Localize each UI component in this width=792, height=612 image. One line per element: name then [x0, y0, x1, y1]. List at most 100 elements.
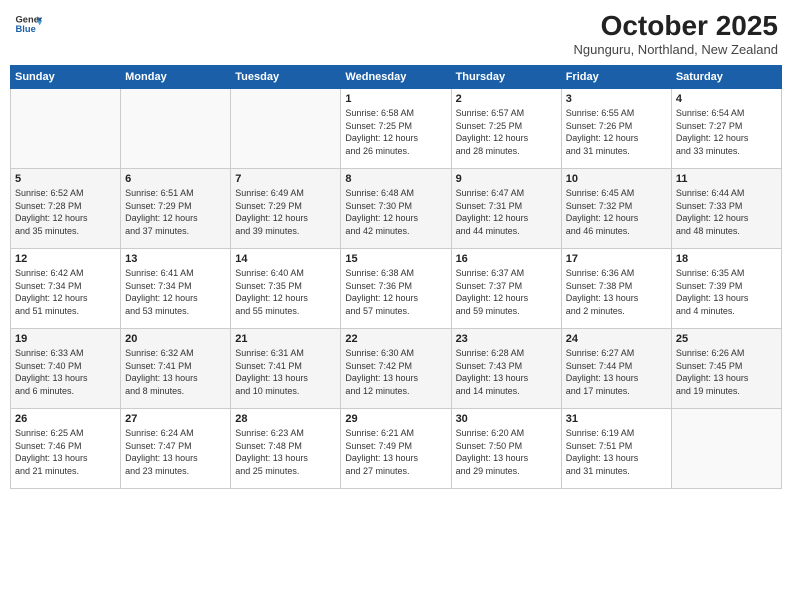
- day-number: 24: [566, 333, 667, 345]
- day-number: 13: [125, 253, 226, 265]
- day-info: Sunrise: 6:24 AM Sunset: 7:47 PM Dayligh…: [125, 427, 226, 477]
- calendar-day-cell: 23 Sunrise: 6:28 AM Sunset: 7:43 PM Dayli…: [451, 329, 561, 409]
- day-info: Sunrise: 6:27 AM Sunset: 7:44 PM Dayligh…: [566, 347, 667, 397]
- day-info: Sunrise: 6:47 AM Sunset: 7:31 PM Dayligh…: [456, 187, 557, 237]
- calendar-day-cell: 2 Sunrise: 6:57 AM Sunset: 7:25 PM Daylig…: [451, 89, 561, 169]
- day-info: Sunrise: 6:25 AM Sunset: 7:46 PM Dayligh…: [15, 427, 116, 477]
- calendar-day-cell: 31Sunrise: 6:19 AM Sunset: 7:51 PM Dayli…: [561, 409, 671, 489]
- calendar-day-cell: 6 Sunrise: 6:51 AM Sunset: 7:29 PM Daylig…: [121, 169, 231, 249]
- calendar-day-cell: 25Sunrise: 6:26 AM Sunset: 7:45 PM Dayli…: [671, 329, 781, 409]
- day-number: 2: [456, 93, 557, 105]
- calendar-day-cell: [121, 89, 231, 169]
- calendar-table: SundayMondayTuesdayWednesdayThursdayFrid…: [10, 65, 782, 489]
- day-info: Sunrise: 6:37 AM Sunset: 7:37 PM Dayligh…: [456, 267, 557, 317]
- calendar-day-cell: [671, 409, 781, 489]
- calendar-week-row: 1Sunrise: 6:58 AM Sunset: 7:25 PM Daylig…: [11, 89, 782, 169]
- day-header-wednesday: Wednesday: [341, 66, 451, 89]
- day-info: Sunrise: 6:40 AM Sunset: 7:35 PM Dayligh…: [235, 267, 336, 317]
- day-info: Sunrise: 6:31 AM Sunset: 7:41 PM Dayligh…: [235, 347, 336, 397]
- day-number: 9: [456, 173, 557, 185]
- calendar-day-cell: 13Sunrise: 6:41 AM Sunset: 7:34 PM Dayli…: [121, 249, 231, 329]
- day-number: 28: [235, 413, 336, 425]
- day-header-thursday: Thursday: [451, 66, 561, 89]
- calendar-day-cell: [11, 89, 121, 169]
- calendar-day-cell: 21 Sunrise: 6:31 AM Sunset: 7:41 PM Dayli…: [231, 329, 341, 409]
- calendar-day-cell: 24 Sunrise: 6:27 AM Sunset: 7:44 PM Dayli…: [561, 329, 671, 409]
- day-number: 12: [15, 253, 116, 265]
- day-info: Sunrise: 6:23 AM Sunset: 7:48 PM Dayligh…: [235, 427, 336, 477]
- calendar-day-cell: 16 Sunrise: 6:37 AM Sunset: 7:37 PM Dayli…: [451, 249, 561, 329]
- calendar-header-row: SundayMondayTuesdayWednesdayThursdayFrid…: [11, 66, 782, 89]
- logo-icon: General Blue: [14, 10, 42, 38]
- calendar-day-cell: 7Sunrise: 6:49 AM Sunset: 7:29 PM Daylig…: [231, 169, 341, 249]
- day-number: 14: [235, 253, 336, 265]
- calendar-week-row: 26 Sunrise: 6:25 AM Sunset: 7:46 PM Dayli…: [11, 409, 782, 489]
- day-number: 8: [345, 173, 446, 185]
- calendar-day-cell: 30Sunrise: 6:20 AM Sunset: 7:50 PM Dayli…: [451, 409, 561, 489]
- day-number: 15: [345, 253, 446, 265]
- day-info: Sunrise: 6:28 AM Sunset: 7:43 PM Dayligh…: [456, 347, 557, 397]
- day-number: 16: [456, 253, 557, 265]
- svg-text:Blue: Blue: [16, 24, 36, 34]
- day-info: Sunrise: 6:26 AM Sunset: 7:45 PM Dayligh…: [676, 347, 777, 397]
- calendar-day-cell: 26 Sunrise: 6:25 AM Sunset: 7:46 PM Dayli…: [11, 409, 121, 489]
- day-number: 11: [676, 173, 777, 185]
- day-info: Sunrise: 6:32 AM Sunset: 7:41 PM Dayligh…: [125, 347, 226, 397]
- day-info: Sunrise: 6:54 AM Sunset: 7:27 PM Dayligh…: [676, 107, 777, 157]
- day-info: Sunrise: 6:19 AM Sunset: 7:51 PM Dayligh…: [566, 427, 667, 477]
- day-info: Sunrise: 6:48 AM Sunset: 7:30 PM Dayligh…: [345, 187, 446, 237]
- calendar-day-cell: 17 Sunrise: 6:36 AM Sunset: 7:38 PM Dayli…: [561, 249, 671, 329]
- location-subtitle: Ngunguru, Northland, New Zealand: [573, 42, 778, 57]
- calendar-day-cell: 11 Sunrise: 6:44 AM Sunset: 7:33 PM Dayli…: [671, 169, 781, 249]
- day-header-saturday: Saturday: [671, 66, 781, 89]
- calendar-day-cell: 20 Sunrise: 6:32 AM Sunset: 7:41 PM Dayli…: [121, 329, 231, 409]
- day-number: 3: [566, 93, 667, 105]
- day-number: 17: [566, 253, 667, 265]
- day-number: 22: [345, 333, 446, 345]
- day-number: 29: [345, 413, 446, 425]
- day-number: 18: [676, 253, 777, 265]
- calendar-day-cell: 29 Sunrise: 6:21 AM Sunset: 7:49 PM Dayli…: [341, 409, 451, 489]
- page-header: General Blue October 2025 Ngunguru, Nort…: [10, 10, 782, 57]
- day-info: Sunrise: 6:44 AM Sunset: 7:33 PM Dayligh…: [676, 187, 777, 237]
- day-number: 4: [676, 93, 777, 105]
- calendar-day-cell: 9 Sunrise: 6:47 AM Sunset: 7:31 PM Daylig…: [451, 169, 561, 249]
- day-info: Sunrise: 6:52 AM Sunset: 7:28 PM Dayligh…: [15, 187, 116, 237]
- day-number: 1: [345, 93, 446, 105]
- calendar-week-row: 12 Sunrise: 6:42 AM Sunset: 7:34 PM Dayli…: [11, 249, 782, 329]
- calendar-day-cell: 27 Sunrise: 6:24 AM Sunset: 7:47 PM Dayli…: [121, 409, 231, 489]
- day-info: Sunrise: 6:57 AM Sunset: 7:25 PM Dayligh…: [456, 107, 557, 157]
- day-header-monday: Monday: [121, 66, 231, 89]
- day-info: Sunrise: 6:38 AM Sunset: 7:36 PM Dayligh…: [345, 267, 446, 317]
- day-number: 30: [456, 413, 557, 425]
- calendar-day-cell: [231, 89, 341, 169]
- day-info: Sunrise: 6:21 AM Sunset: 7:49 PM Dayligh…: [345, 427, 446, 477]
- day-number: 26: [15, 413, 116, 425]
- calendar-day-cell: 3 Sunrise: 6:55 AM Sunset: 7:26 PM Daylig…: [561, 89, 671, 169]
- calendar-day-cell: 10Sunrise: 6:45 AM Sunset: 7:32 PM Dayli…: [561, 169, 671, 249]
- calendar-day-cell: 5Sunrise: 6:52 AM Sunset: 7:28 PM Daylig…: [11, 169, 121, 249]
- calendar-week-row: 19Sunrise: 6:33 AM Sunset: 7:40 PM Dayli…: [11, 329, 782, 409]
- calendar-day-cell: 28 Sunrise: 6:23 AM Sunset: 7:48 PM Dayli…: [231, 409, 341, 489]
- day-info: Sunrise: 6:36 AM Sunset: 7:38 PM Dayligh…: [566, 267, 667, 317]
- day-number: 6: [125, 173, 226, 185]
- calendar-day-cell: 22Sunrise: 6:30 AM Sunset: 7:42 PM Dayli…: [341, 329, 451, 409]
- day-number: 23: [456, 333, 557, 345]
- day-number: 7: [235, 173, 336, 185]
- calendar-day-cell: 18Sunrise: 6:35 AM Sunset: 7:39 PM Dayli…: [671, 249, 781, 329]
- calendar-day-cell: 15 Sunrise: 6:38 AM Sunset: 7:36 PM Dayli…: [341, 249, 451, 329]
- day-number: 20: [125, 333, 226, 345]
- day-header-friday: Friday: [561, 66, 671, 89]
- title-block: October 2025 Ngunguru, Northland, New Ze…: [573, 10, 778, 57]
- calendar-day-cell: 14 Sunrise: 6:40 AM Sunset: 7:35 PM Dayli…: [231, 249, 341, 329]
- day-info: Sunrise: 6:55 AM Sunset: 7:26 PM Dayligh…: [566, 107, 667, 157]
- day-header-sunday: Sunday: [11, 66, 121, 89]
- day-header-tuesday: Tuesday: [231, 66, 341, 89]
- calendar-day-cell: 19Sunrise: 6:33 AM Sunset: 7:40 PM Dayli…: [11, 329, 121, 409]
- day-info: Sunrise: 6:51 AM Sunset: 7:29 PM Dayligh…: [125, 187, 226, 237]
- day-number: 27: [125, 413, 226, 425]
- day-info: Sunrise: 6:42 AM Sunset: 7:34 PM Dayligh…: [15, 267, 116, 317]
- calendar-day-cell: 1Sunrise: 6:58 AM Sunset: 7:25 PM Daylig…: [341, 89, 451, 169]
- day-number: 21: [235, 333, 336, 345]
- calendar-day-cell: 4 Sunrise: 6:54 AM Sunset: 7:27 PM Daylig…: [671, 89, 781, 169]
